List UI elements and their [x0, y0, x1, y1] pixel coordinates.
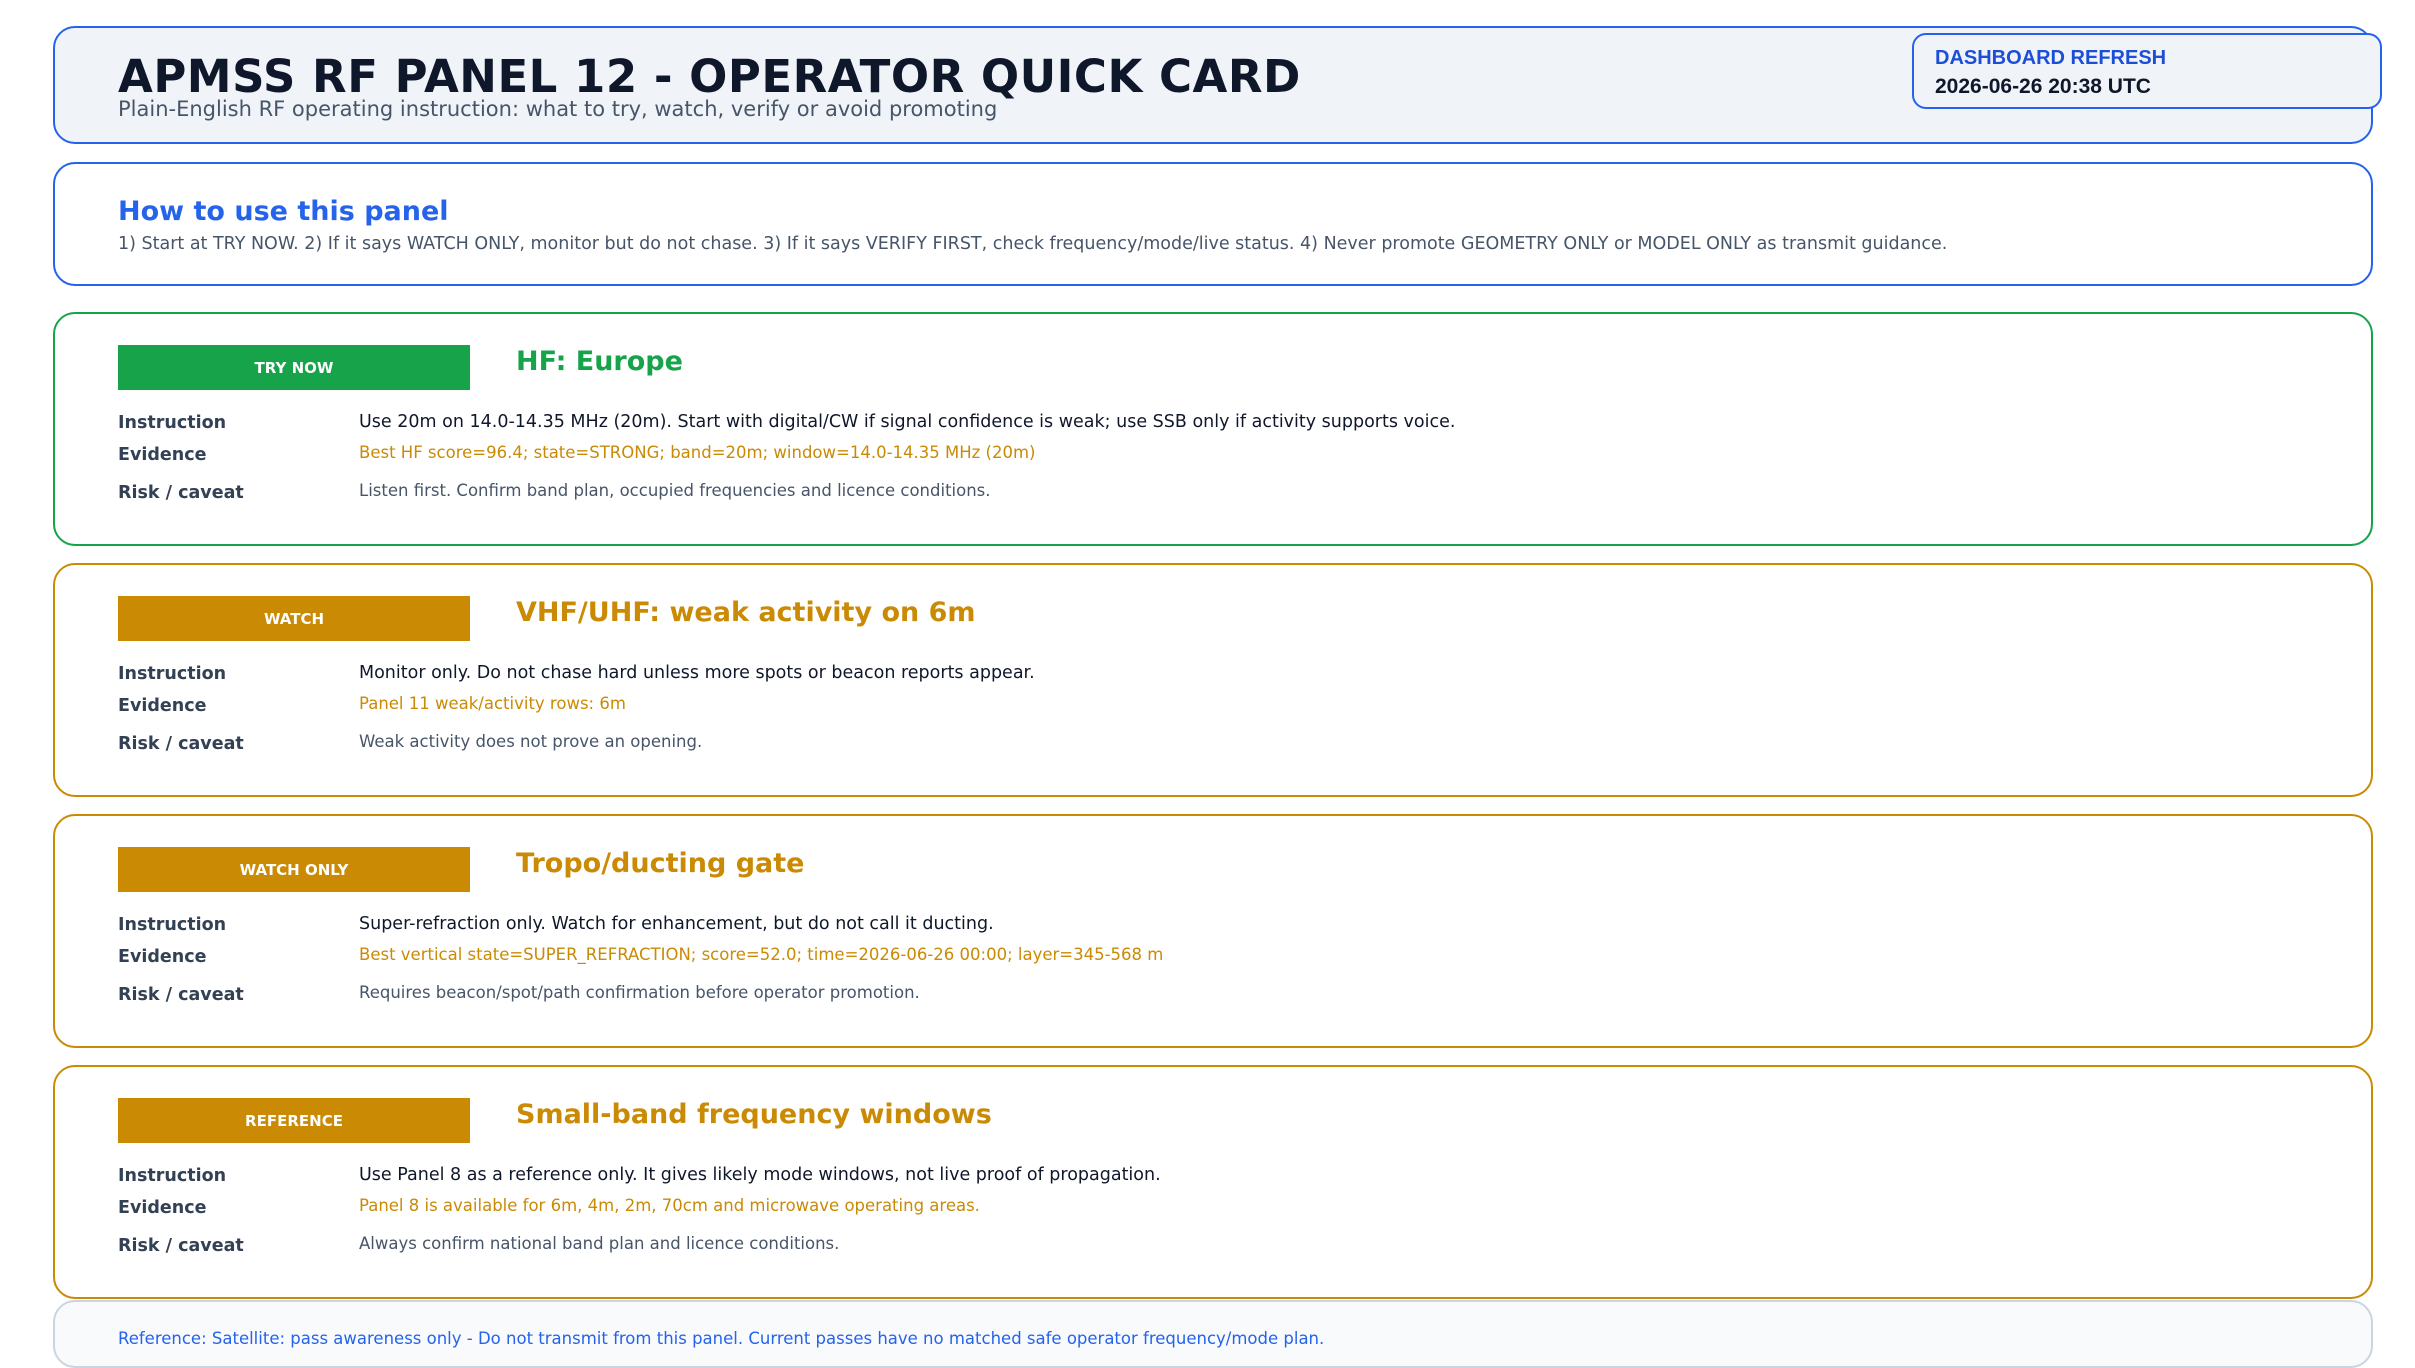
item-card-watch: WATCH VHF/UHF: weak activity on 6m Instr… [53, 563, 2373, 797]
status-badge: WATCH ONLY [118, 847, 470, 892]
item-card-reference: REFERENCE Small-band frequency windows I… [53, 1065, 2373, 1299]
instruction-text: Monitor only. Do not chase hard unless m… [359, 663, 1035, 683]
evidence-text: Panel 11 weak/activity rows: 6m [359, 694, 626, 713]
evidence-label: Evidence [118, 947, 207, 967]
page-title: APMSS RF PANEL 12 - OPERATOR QUICK CARD [118, 50, 1301, 103]
item-heading: Small-band frequency windows [516, 1099, 992, 1130]
instruction-text: Super-refraction only. Watch for enhance… [359, 914, 994, 934]
item-heading: Tropo/ducting gate [516, 848, 805, 879]
item-heading: HF: Europe [516, 346, 683, 377]
risk-text: Requires beacon/spot/path confirmation b… [359, 983, 920, 1002]
instruction-label: Instruction [118, 413, 227, 433]
how-to-use-card: How to use this panel 1) Start at TRY NO… [53, 162, 2373, 286]
refresh-timestamp: 2026-06-26 20:38 UTC [1935, 75, 2151, 98]
risk-text: Weak activity does not prove an opening. [359, 732, 703, 751]
evidence-text: Panel 8 is available for 6m, 4m, 2m, 70c… [359, 1196, 980, 1215]
instruction-text: Use 20m on 14.0-14.35 MHz (20m). Start w… [359, 412, 1456, 432]
dashboard-refresh-box: DASHBOARD REFRESH 2026-06-26 20:38 UTC [1912, 33, 2382, 109]
evidence-text: Best vertical state=SUPER_REFRACTION; sc… [359, 945, 1164, 964]
risk-label: Risk / caveat [118, 483, 244, 503]
risk-text: Listen first. Confirm band plan, occupie… [359, 481, 991, 500]
page-subtitle: Plain-English RF operating instruction: … [118, 97, 998, 121]
evidence-label: Evidence [118, 1198, 207, 1218]
refresh-label: DASHBOARD REFRESH [1935, 47, 2167, 69]
instruction-label: Instruction [118, 664, 227, 684]
footer-text: Reference: Satellite: pass awareness onl… [118, 1329, 1325, 1348]
how-to-text: 1) Start at TRY NOW. 2) If it says WATCH… [118, 234, 1948, 254]
status-badge: REFERENCE [118, 1098, 470, 1143]
evidence-text: Best HF score=96.4; state=STRONG; band=2… [359, 443, 1036, 462]
item-card-watch-only: WATCH ONLY Tropo/ducting gate Instructio… [53, 814, 2373, 1048]
risk-label: Risk / caveat [118, 1236, 244, 1256]
item-card-try-now: TRY NOW HF: Europe Instruction Use 20m o… [53, 312, 2373, 546]
item-heading: VHF/UHF: weak activity on 6m [516, 597, 976, 628]
status-badge: TRY NOW [118, 345, 470, 390]
how-to-heading: How to use this panel [118, 196, 449, 227]
risk-label: Risk / caveat [118, 734, 244, 754]
instruction-text: Use Panel 8 as a reference only. It give… [359, 1165, 1161, 1185]
reference-footer: Reference: Satellite: pass awareness onl… [53, 1300, 2373, 1368]
status-badge: WATCH [118, 596, 470, 641]
risk-text: Always confirm national band plan and li… [359, 1234, 840, 1253]
instruction-label: Instruction [118, 915, 227, 935]
instruction-label: Instruction [118, 1166, 227, 1186]
risk-label: Risk / caveat [118, 985, 244, 1005]
evidence-label: Evidence [118, 445, 207, 465]
evidence-label: Evidence [118, 696, 207, 716]
